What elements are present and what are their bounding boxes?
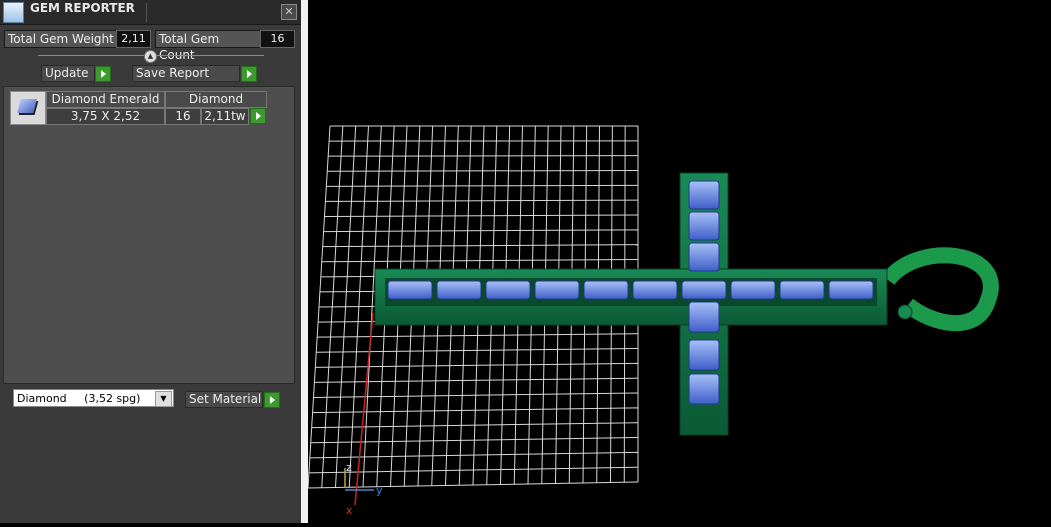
total-gem-count-value: 16 [260, 30, 295, 48]
save-report-go-icon[interactable] [241, 66, 257, 82]
gem-stone [689, 302, 719, 332]
dropdown-arrow-icon[interactable]: ▼ [155, 391, 172, 407]
update-button[interactable]: Update [41, 65, 95, 82]
gem-stone [780, 281, 824, 299]
gem-count-cell: 16 [165, 108, 201, 125]
gem-stone [689, 340, 719, 370]
gem-material-cell: Diamond [165, 91, 267, 108]
gem-stone [829, 281, 873, 299]
z-axis-label: z [346, 461, 352, 474]
panel-title: GEM REPORTER [30, 1, 135, 15]
gem-stone [731, 281, 775, 299]
gem-stone [689, 374, 719, 404]
set-material-go-icon[interactable] [264, 392, 280, 408]
gem-stone [633, 281, 677, 299]
gem-row-go-icon[interactable] [250, 108, 266, 124]
gem-stone [689, 212, 719, 240]
total-gem-weight-value: 2,11 [116, 30, 151, 48]
title-bar: GEM REPORTER ✕ [0, 0, 301, 25]
gem-stone [388, 281, 432, 299]
update-go-icon[interactable] [95, 66, 111, 82]
material-select-name: Diamond [17, 392, 67, 405]
y-axis-label: y [376, 484, 383, 497]
gem-stone [689, 181, 719, 209]
emerald-cut-gem-icon [17, 99, 37, 113]
gem-stone [535, 281, 579, 299]
total-gem-count-label: Total Gem Count [155, 30, 262, 48]
gem-stone [682, 281, 726, 299]
material-select[interactable]: Diamond (3,52 spg) ▼ [13, 389, 174, 407]
gem-shape-cell: Diamond Emerald [46, 91, 165, 108]
panel-separator[interactable] [301, 0, 308, 523]
gem-thumbnail-icon[interactable] [10, 91, 46, 125]
gem-weight-cell: 2,11tw [201, 108, 249, 125]
x-axis-label: x [346, 504, 353, 517]
gem-stone [437, 281, 481, 299]
viewport-canvas[interactable]: z y x [308, 0, 1051, 523]
material-select-density: (3,52 spg) [84, 392, 140, 405]
total-gem-weight-label: Total Gem Weight [4, 30, 118, 48]
bail-connector [898, 305, 912, 319]
set-material-button[interactable]: Set Material [185, 391, 263, 408]
gem-list [3, 86, 295, 384]
gem-stone [689, 243, 719, 271]
collapse-toggle-icon[interactable]: ▲ [144, 50, 157, 63]
title-divider [146, 3, 147, 22]
gem-reporter-app-icon [3, 2, 24, 23]
3d-viewport[interactable]: z y x [308, 0, 1051, 523]
close-icon[interactable]: ✕ [281, 4, 297, 20]
gem-stone [486, 281, 530, 299]
gem-reporter-panel: GEM REPORTER ✕ Total Gem Weight 2,11 Tot… [0, 0, 301, 523]
gem-stone [584, 281, 628, 299]
save-report-button[interactable]: Save Report [132, 65, 240, 82]
gem-size-cell: 3,75 X 2,52 [46, 108, 165, 125]
